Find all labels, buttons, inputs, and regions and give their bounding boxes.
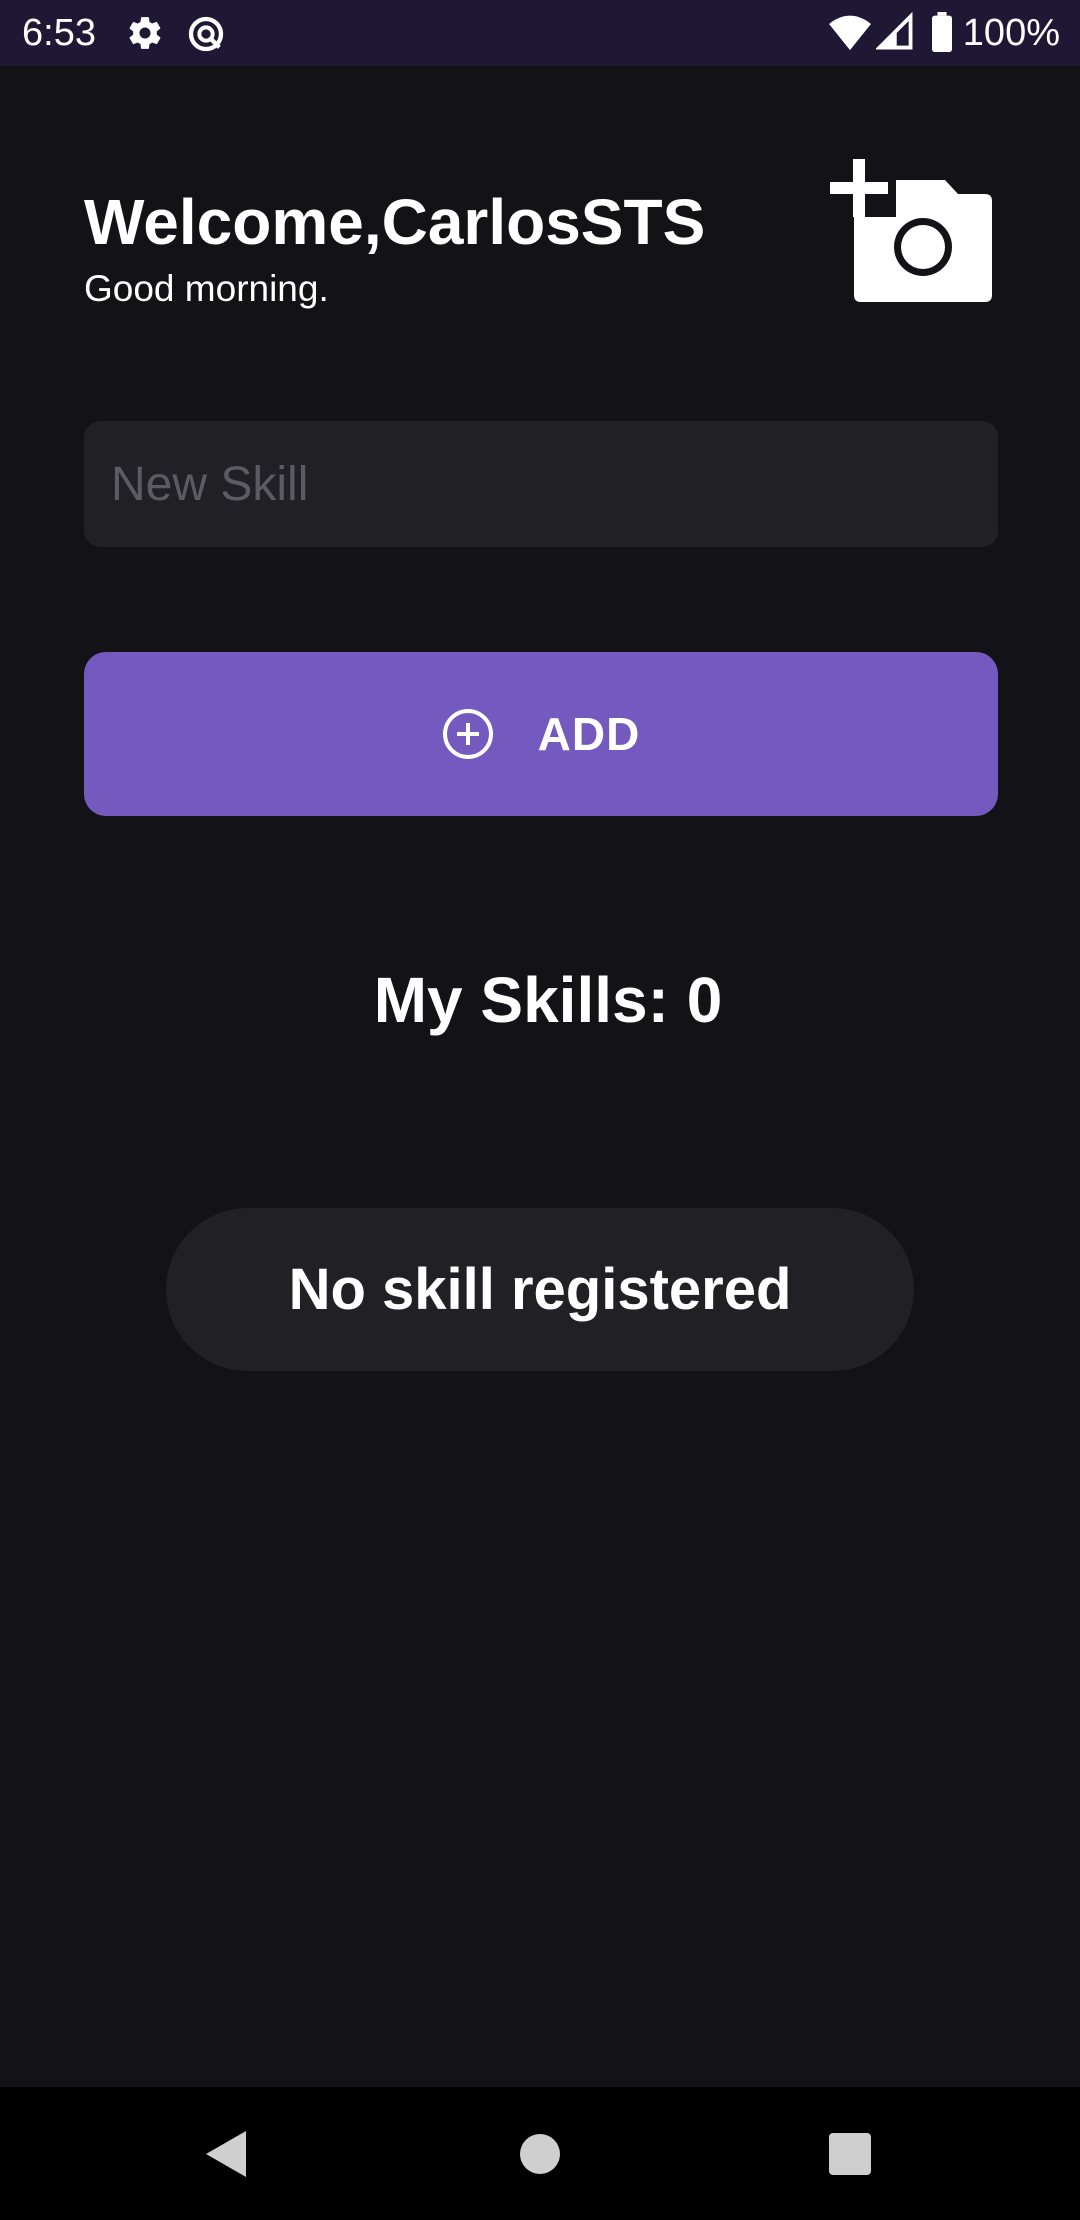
add-photo-button[interactable] (830, 155, 1000, 305)
plus-circle-icon (442, 709, 493, 759)
signal-icon (874, 11, 914, 57)
add-button-label: ADD (537, 708, 641, 760)
wifi-icon (828, 12, 872, 57)
status-time: 6:53 (22, 12, 96, 54)
add-skill-button[interactable]: ADD (84, 652, 998, 816)
status-bar: 6:53 100% (0, 0, 1080, 66)
home-button[interactable] (450, 2087, 630, 2220)
home-icon (520, 2133, 560, 2174)
battery-icon (930, 12, 954, 57)
new-skill-input[interactable] (84, 421, 998, 547)
empty-state: No skill registered (166, 1208, 914, 1371)
welcome-title: Welcome,CarlosSTS (84, 186, 706, 258)
skills-count-heading: My Skills: 0 (373, 964, 723, 1036)
recents-button[interactable] (760, 2087, 940, 2220)
empty-state-message: No skill registered (288, 1257, 792, 1322)
gear-icon (126, 14, 164, 57)
data-saver-icon (186, 14, 226, 59)
battery-percentage: 100% (962, 12, 1060, 54)
navigation-bar (0, 2087, 1080, 2220)
back-button[interactable] (136, 2087, 316, 2220)
greeting-subtitle: Good morning. (84, 268, 329, 309)
add-photo-camera-icon (830, 159, 992, 302)
app-screen: 6:53 100% Welcome,CarlosSTS Good morning… (0, 0, 1080, 2220)
back-icon (206, 2130, 246, 2177)
recents-icon (829, 2132, 871, 2175)
